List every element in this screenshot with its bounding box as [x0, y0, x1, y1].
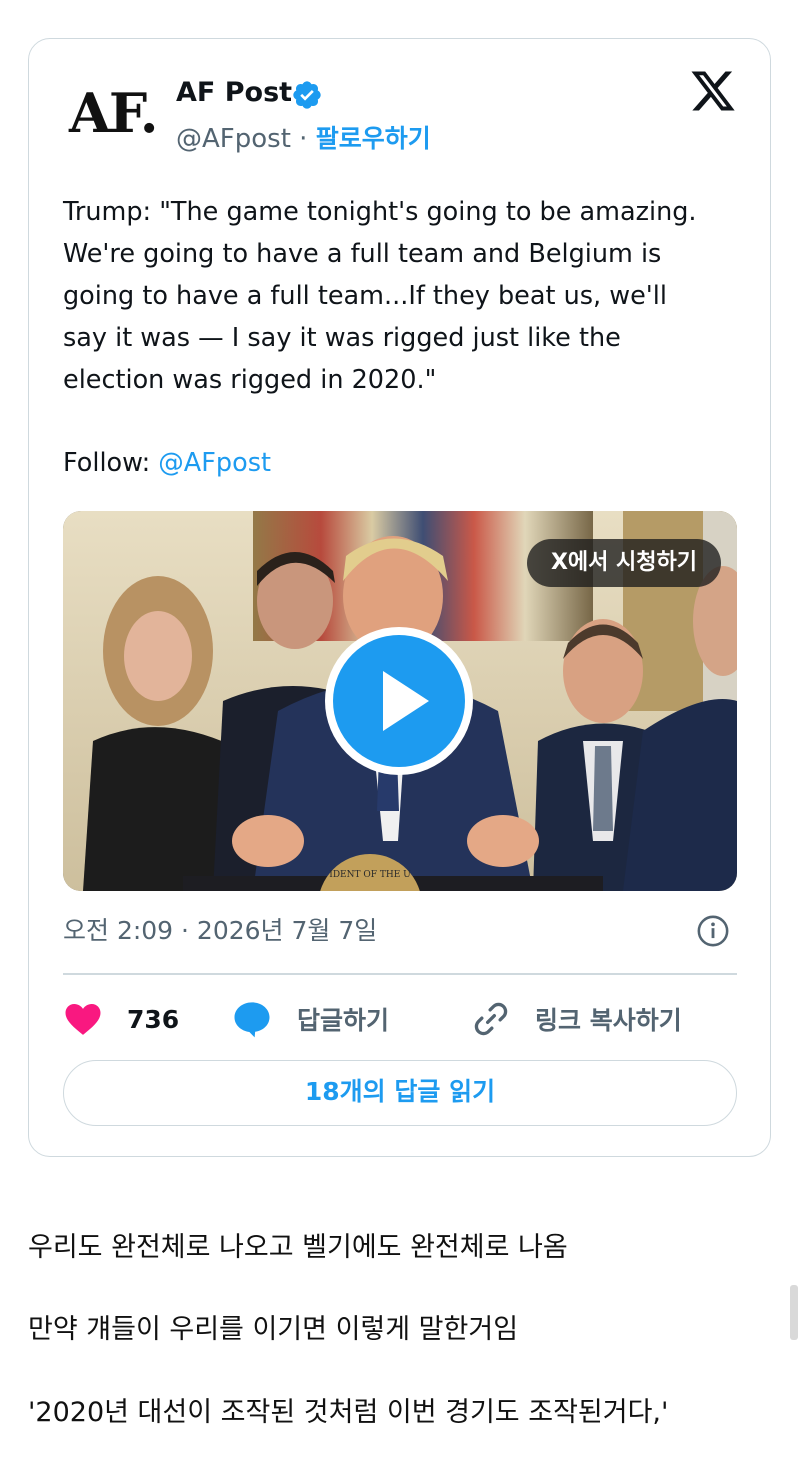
tweet-text: Trump: "The game tonight's going to be a…: [63, 197, 697, 395]
follow-prefix: Follow:: [63, 448, 159, 478]
scrollbar-thumb[interactable]: [790, 1285, 798, 1340]
info-icon[interactable]: [696, 914, 730, 948]
play-button-fill: [333, 635, 465, 767]
reply-bubble-icon: [234, 1002, 270, 1038]
like-count: 736: [127, 1004, 180, 1034]
divider: [63, 973, 737, 975]
play-icon: [383, 671, 429, 731]
verified-badge-icon: [293, 81, 321, 109]
link-icon: [474, 1002, 508, 1036]
copy-link-button[interactable]: 링크 복사하기: [471, 994, 682, 1044]
author-avatar-logo[interactable]: AF.: [69, 81, 159, 145]
reply-button[interactable]: 답글하기: [231, 994, 389, 1044]
body-line-2: 만약 걔들이 우리를 이기면 이렇게 말한거임: [28, 1314, 519, 1345]
reply-label: 답글하기: [297, 1006, 390, 1035]
play-button[interactable]: [325, 627, 473, 775]
follow-link[interactable]: 팔로우하기: [316, 124, 431, 153]
copy-link-label: 링크 복사하기: [535, 1006, 682, 1035]
body-line-1: 우리도 완전체로 나오고 벨기에도 완전체로 나옴: [28, 1232, 568, 1263]
heart-icon: [65, 1004, 101, 1035]
read-replies-button[interactable]: 18개의 답글 읽기: [63, 1060, 737, 1126]
follow-line: Follow: @AFpost: [63, 442, 271, 484]
tweet-timestamp[interactable]: 오전 2:09 · 2026년 7월 7일: [63, 911, 377, 947]
like-button[interactable]: 736: [63, 994, 179, 1044]
author-name[interactable]: AF Post: [176, 77, 292, 108]
podium-seal-text: IDENT OF THE U: [329, 870, 411, 880]
video-thumbnail[interactable]: IDENT OF THE U X에서 시청하기: [63, 511, 737, 891]
handle-row: @AFpost · 팔로우하기: [176, 119, 431, 155]
watch-on-x-button[interactable]: X에서 시청하기: [526, 539, 721, 587]
embedded-tweet-card: AF. AF Post @AFpost · 팔로우하기 Trump: "The …: [28, 38, 771, 1157]
mention-link[interactable]: @AFpost: [158, 448, 271, 478]
author-handle[interactable]: @AFpost: [176, 124, 291, 154]
separator-dot: ·: [299, 124, 308, 154]
x-logo-icon[interactable]: [689, 67, 737, 115]
tweet-actions: 736 답글하기 링크 복사하기: [63, 994, 737, 1044]
body-line-3: '2020년 대선이 조작된 것처럼 이번 경기도 조작된거다,': [28, 1397, 669, 1428]
